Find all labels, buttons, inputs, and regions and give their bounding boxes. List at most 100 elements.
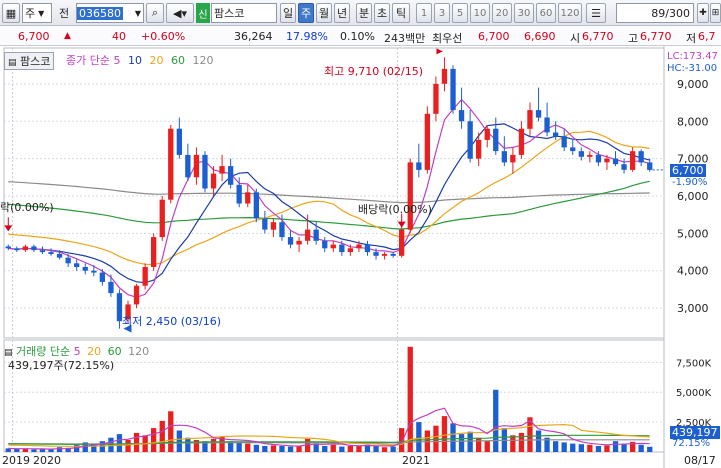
candle-body [347, 248, 353, 252]
list-icon[interactable]: ☰ [586, 3, 606, 23]
hc-label: HC:-31.00 [667, 63, 718, 74]
candle-body [245, 192, 251, 204]
interval-120[interactable]: 120 [558, 3, 582, 23]
grid-icon: ▤ [8, 58, 17, 68]
volume-bar [604, 445, 610, 452]
candle-body [570, 147, 576, 152]
low-annotation: 최저 2,450 (03/16) [122, 315, 222, 328]
candle-body [305, 229, 311, 241]
open-label: 시 [570, 32, 581, 45]
period-second[interactable]: 초 [374, 3, 390, 23]
period-month[interactable]: 월 [316, 3, 332, 23]
volume-bar [245, 443, 251, 452]
volume-value: 36,264 [234, 30, 273, 43]
volume-bar [48, 449, 54, 452]
volume-bar [407, 346, 413, 452]
volume-bar [612, 441, 619, 452]
price-axis-label: 4,000 [677, 265, 709, 278]
volume-bar [638, 444, 644, 452]
search-icon[interactable]: ⌕ [146, 3, 164, 23]
candle-body [39, 250, 46, 253]
volume-bar [493, 389, 499, 452]
candle-body [279, 222, 285, 238]
price-indicator-legend[interactable]: 종가 단순 5 10 20 60 120 [66, 52, 213, 68]
volume-bar [133, 432, 140, 452]
stock-chart-area[interactable]: 9,000 8,000 7,000 6,000 5,000 4,000 3,000 7,500… [0, 46, 721, 468]
data-count-field[interactable]: 89 /300 [616, 3, 694, 23]
price-change: 40 [112, 30, 126, 43]
candle-body [433, 83, 439, 114]
volume-bar [390, 446, 396, 452]
chevron-down-icon: ▼ [38, 8, 45, 18]
volume-bar [647, 446, 653, 452]
high-label: 고 [628, 32, 639, 45]
candle-body [450, 68, 456, 110]
candle-body [176, 128, 182, 155]
interval-1[interactable]: 1 [416, 3, 432, 23]
volume-bar [484, 441, 490, 452]
volume-axis-label: 5,000K [676, 388, 712, 399]
period-week[interactable]: 주 [298, 3, 314, 23]
period-day[interactable]: 일 [280, 3, 296, 23]
period-tick[interactable]: 틱 [392, 3, 410, 23]
candle-body [518, 128, 525, 155]
cross-icon[interactable]: ✚ [697, 3, 709, 23]
speaker-icon[interactable]: ◀▾ [166, 3, 194, 23]
vol-ma120-label: 120 [128, 345, 150, 358]
price-axis-label: 3,000 [677, 302, 709, 315]
candle-body [133, 285, 140, 305]
candle-body [270, 222, 277, 230]
x-label-2021: 2021 [402, 454, 430, 467]
price-axis-label: 6,000 [677, 190, 709, 203]
volume-bar [441, 416, 448, 452]
period-minute[interactable]: 분 [356, 3, 372, 23]
ma60-label: 60 [170, 54, 185, 67]
volume-bar [185, 437, 191, 452]
candle-body [99, 272, 105, 282]
candle-body [364, 244, 371, 253]
candle-body [544, 117, 550, 133]
candle-body [151, 237, 157, 267]
interval-10[interactable]: 10 [470, 3, 490, 23]
candle-body [458, 110, 465, 122]
credit-badge: 신 [196, 3, 210, 23]
volume-bar [236, 442, 242, 452]
candle-body [253, 192, 259, 219]
interval-60[interactable]: 60 [536, 3, 556, 23]
interval-30[interactable]: 30 [514, 3, 534, 23]
stock-name-field[interactable]: 팜스코 [211, 3, 277, 23]
candle-body [330, 244, 336, 249]
price-axis-label: 5,000 [677, 227, 709, 240]
candle-body [193, 154, 200, 178]
candle-body [296, 240, 302, 245]
menu-grid-icon[interactable]: ▦ [2, 3, 20, 23]
candle-body [621, 164, 627, 170]
period-year[interactable]: 년 [334, 3, 350, 23]
candle-body [356, 244, 362, 249]
ma20-label: 20 [149, 54, 164, 67]
split-icon[interactable]: ⊞ [710, 3, 721, 23]
candle-body [647, 162, 653, 170]
candle-body [578, 151, 584, 157]
candle-body [202, 154, 208, 189]
candle-body [441, 68, 448, 84]
volume-bar [262, 446, 268, 452]
stock-label-badge[interactable]: ▤ 팜스코 [4, 52, 55, 70]
interval-5[interactable]: 5 [452, 3, 468, 23]
current-price-tag: 6,700 [670, 164, 706, 177]
volume-bar [56, 447, 63, 452]
volume-bar [168, 411, 174, 452]
interval-3[interactable]: 3 [434, 3, 450, 23]
volume-bar [510, 435, 516, 452]
volume-value-label: 439,197주(72.15%) [8, 359, 115, 372]
market-select[interactable]: 주 ▼ [22, 3, 52, 23]
chevron-down-icon: ▼ [134, 8, 141, 18]
interval-20[interactable]: 20 [492, 3, 512, 23]
market-kind-label: 전 [58, 7, 70, 20]
candlestick-chart[interactable]: 9,0008,0007,0006,0005,0004,0003,0007,500… [0, 46, 721, 468]
ex-rights-annotation: 락(0.00%) [0, 201, 54, 214]
candle-body [467, 121, 473, 159]
candle-body [390, 253, 396, 256]
stock-code-input[interactable]: 036580 ▼ [76, 3, 144, 23]
volume-bar [14, 449, 20, 452]
